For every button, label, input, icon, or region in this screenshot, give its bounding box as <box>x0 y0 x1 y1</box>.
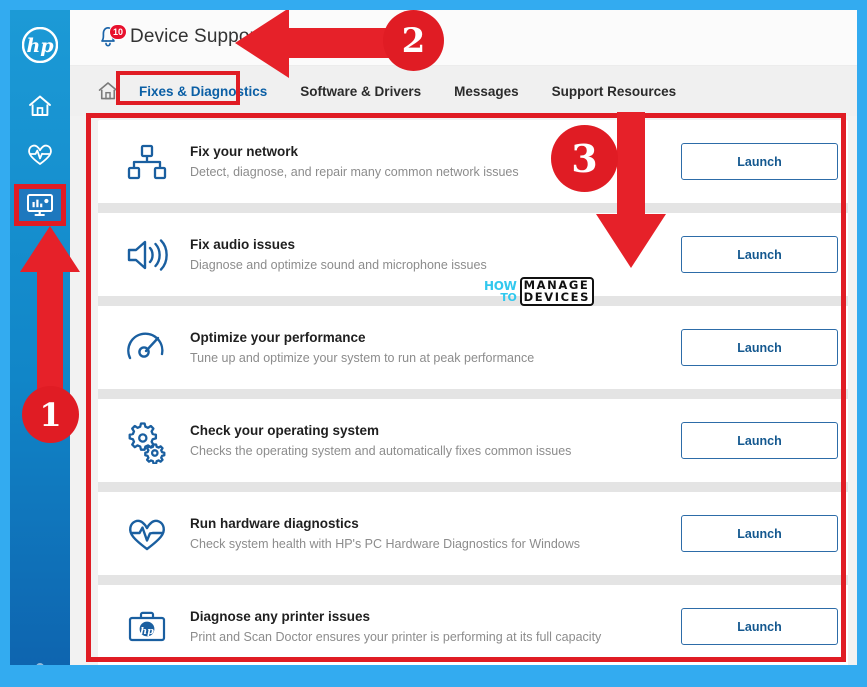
heart-pulse-icon <box>28 144 52 165</box>
annotation-badge-3: 3 <box>551 125 618 192</box>
annotation-badge-2: 2 <box>383 10 444 71</box>
notification-badge: 10 <box>108 23 127 40</box>
annotation-box-card <box>86 113 846 662</box>
annotation-arrow-left <box>233 4 393 87</box>
sidebar-item-health[interactable] <box>19 133 61 175</box>
annotation-box-tab <box>116 71 240 105</box>
title-bar: 10 Device Support <box>70 8 859 66</box>
rail-indicator-dot <box>36 663 44 671</box>
notifications-button[interactable]: 10 <box>96 23 127 51</box>
annotation-badge-1: 1 <box>22 386 79 443</box>
tab-messages[interactable]: Messages <box>454 84 519 99</box>
sidebar-item-home[interactable] <box>19 85 61 127</box>
svg-text:hp: hp <box>26 35 54 57</box>
home-icon <box>29 95 51 116</box>
annotation-box-rail <box>14 184 66 226</box>
screenshot-root: hp 10 Device Support Fixes & Diagnostics… <box>0 0 867 687</box>
tab-support-resources[interactable]: Support Resources <box>552 84 677 99</box>
hp-logo-icon[interactable]: hp <box>21 26 59 64</box>
